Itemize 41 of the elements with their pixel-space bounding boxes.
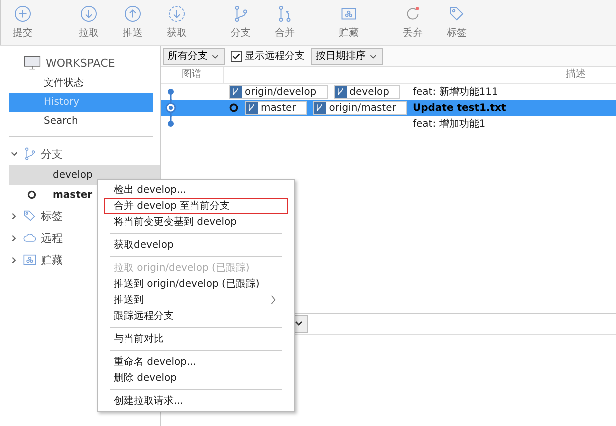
toolbar-button[interactable]: 贮藏 [331,0,367,45]
branch-label: master [245,101,308,115]
toolbar-button[interactable]: 推送 [115,0,151,45]
menu-item[interactable]: 删除 develop [104,370,288,386]
commit-row[interactable]: feat: 增加功能1 [161,116,616,132]
branch-filter-dropdown[interactable]: 所有分支 [163,48,225,64]
commit-message: Update test1.txt [413,102,506,114]
branch-label: origin/master [313,101,408,115]
column-header[interactable]: 图谱 [161,67,224,83]
section-title: WORKSPACE [46,56,116,70]
section-title[interactable]: 分支 [41,146,63,162]
menu-item[interactable]: 创建拉取请求... [104,393,288,409]
toolbar-button[interactable]: 分支 [223,0,259,45]
section-title[interactable]: 标签 [41,208,63,224]
toolbar-button[interactable]: 拉取 [71,0,107,45]
commit-message: feat: 增加功能1 [413,118,486,131]
menu-item[interactable]: 获取develop [104,237,288,253]
menu-item[interactable]: 与当前对比 [104,331,288,347]
menu-item[interactable]: 推送到 origin/develop (已跟踪) [104,276,288,292]
toolbar-button[interactable]: 提交 [5,0,41,45]
menu-item[interactable]: 检出 develop... [104,182,288,198]
sidebar-item[interactable]: Search [9,112,153,131]
toolbar-button[interactable]: 标签 [439,0,475,45]
menu-item[interactable]: 合并 develop 至当前分支 [104,198,288,214]
sidebar-item[interactable]: 文件状态 [9,74,153,93]
menu-item[interactable]: 推送到 [104,292,288,308]
menu-item[interactable]: 跟踪远程分支 [104,308,288,324]
toolbar-button[interactable]: 丢弃 [395,0,431,45]
section-title[interactable]: 远程 [41,230,63,246]
branch-label: origin/develop [229,85,328,99]
branch-label: develop [334,85,400,99]
column-header[interactable]: 描述 [224,67,616,83]
section-title[interactable]: 贮藏 [41,252,63,268]
toolbar-button[interactable]: 获取 [159,0,195,45]
show-remote-checkbox[interactable]: 显示远程分支 [231,49,305,63]
toolbar-button[interactable]: 合并 [267,0,303,45]
commit-message: feat: 新增功能111 [413,86,498,99]
commit-row[interactable]: master origin/master Update test1.txt [161,100,616,116]
sort-dropdown[interactable]: 按日期排序 [311,48,383,64]
menu-item[interactable]: 重命名 develop... [104,354,288,370]
menu-item[interactable]: 将当前变更变基到 develop [104,214,288,230]
